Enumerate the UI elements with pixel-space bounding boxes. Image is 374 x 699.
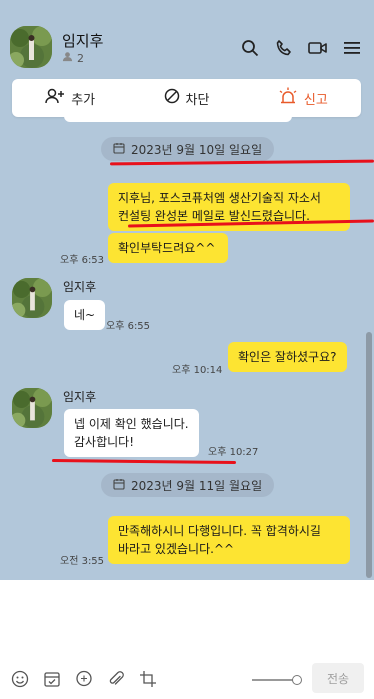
add-friend-label: 추가 (71, 92, 96, 108)
annotation-underline (51, 459, 237, 464)
my-message-bubble: 확인은 잘하셨구요? (228, 342, 347, 372)
siren-icon (278, 87, 298, 109)
capture-icon[interactable] (138, 669, 158, 689)
scrollbar[interactable] (366, 332, 372, 578)
my-message-bubble: 만족해하시니 다행입니다. 꼭 합격하시길 바라고 있겠습니다.^^ (108, 516, 350, 564)
calendar-event-icon[interactable] (42, 669, 62, 689)
block-label: 차단 (185, 92, 210, 108)
member-count-value: 2 (77, 51, 84, 65)
chat-bubble-icon[interactable] (74, 669, 94, 689)
calendar-icon (113, 478, 125, 493)
message-time-partial (298, 110, 308, 125)
attachment-icon[interactable] (106, 669, 126, 689)
date-divider-label: 2023년 9월 10일 일요일 (131, 142, 263, 157)
menu-icon[interactable] (342, 38, 362, 58)
phone-icon[interactable] (274, 38, 294, 58)
message-input-area[interactable]: 전송 (0, 580, 374, 699)
my-message-bubble: 확인부탁드려요^^ (108, 233, 228, 263)
avatar[interactable] (10, 26, 52, 68)
message-time: 오후 10:14 (172, 365, 223, 376)
their-message-bubble: 넵 이제 확인 했습니다. 감사합니다! (64, 409, 199, 457)
member-count[interactable]: 2 (62, 51, 84, 65)
font-size-slider[interactable] (252, 675, 302, 685)
their-message-bubble: 네~ (64, 300, 106, 330)
avatar[interactable] (12, 278, 52, 318)
date-divider: 2023년 9월 11일 월요일 (101, 473, 275, 497)
header-actions (240, 38, 362, 58)
sender-name: 임지후 (63, 280, 97, 294)
block-icon (164, 88, 180, 108)
input-toolbar (10, 669, 158, 689)
person-icon (62, 51, 73, 65)
calendar-icon (113, 142, 125, 157)
message-time: 오전 3:55 (60, 556, 105, 567)
send-button[interactable]: 전송 (312, 663, 364, 693)
message-bubble-partial (64, 108, 292, 122)
date-divider-label: 2023년 9월 11일 월요일 (131, 478, 263, 493)
report-label: 신고 (303, 92, 328, 108)
message-time: 오후 10:27 (208, 447, 259, 458)
date-divider: 2023년 9월 10일 일요일 (101, 137, 275, 161)
slider-knob[interactable] (292, 675, 302, 685)
sender-name: 임지후 (63, 390, 97, 404)
add-person-icon (45, 88, 65, 108)
message-time: 오후 6:55 (106, 321, 151, 332)
message-time: 오후 6:53 (60, 255, 105, 266)
emoticon-icon[interactable] (10, 669, 30, 689)
avatar[interactable] (12, 388, 52, 428)
video-call-icon[interactable] (308, 38, 328, 58)
chat-title: 임지후 (62, 32, 104, 50)
search-icon[interactable] (240, 38, 260, 58)
chat-header: 임지후 2 (0, 0, 374, 76)
